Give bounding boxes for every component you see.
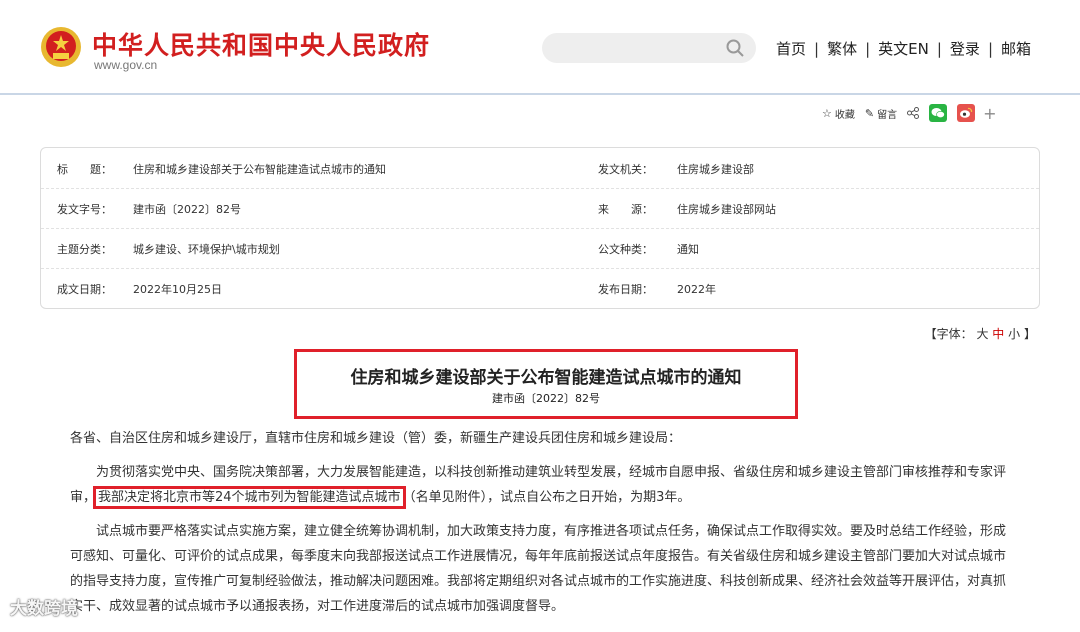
info-row: 主题分类： 城乡建设、环境保护\城市规划 公文种类： 通知 (41, 228, 1039, 269)
nav-traditional[interactable]: 繁体 (827, 38, 857, 59)
site-title[interactable]: 中华人民共和国中央人民政府 (92, 26, 430, 62)
nav-mail[interactable]: 邮箱 (1001, 38, 1031, 59)
watermark-text: 大数跨境 (10, 599, 78, 619)
font-size-small[interactable]: 小 (1008, 327, 1020, 341)
favorite-label: 收藏 (834, 109, 855, 121)
pencil-icon: ✎ (864, 106, 875, 120)
header-divider (0, 93, 1080, 95)
salutation: 各省、自治区住房和城乡建设厅，直辖市住房和城乡建设（管）委，新疆生产建设兵团住房… (70, 431, 682, 446)
nav-separator: | (987, 39, 993, 58)
nav-login[interactable]: 登录 (950, 38, 980, 59)
comment-label: 留言 (877, 109, 898, 121)
info-value: 2022年10月25日 (133, 283, 222, 296)
info-value: 住房和城乡建设部关于公布智能建造试点城市的通知 (133, 163, 386, 176)
wechat-icon[interactable] (929, 104, 948, 122)
site-url: www.gov.cn (94, 58, 158, 72)
nav-english[interactable]: 英文EN (878, 38, 929, 59)
paragraph: 试点城市要严格落实试点实施方案，建立健全统筹协调机制，加大政策支持力度，有序推进… (70, 524, 1007, 614)
font-size-suffix: 】 (1023, 327, 1036, 341)
info-label: 发文字号： (57, 203, 112, 216)
nav-home[interactable]: 首页 (776, 38, 806, 59)
paragraph: 为贯彻落实党中央、国务院决策部署，大力发展智能建造，以科技创新推动建筑业转型发展… (70, 460, 1010, 510)
more-share-icon[interactable]: + (983, 104, 996, 123)
site-header: 中华人民共和国中央人民政府 www.gov.cn 首页 | 繁体 | 英文EN … (0, 0, 1080, 95)
info-value: 2022年 (677, 283, 716, 296)
document-number: 建市函〔2022〕82号 (492, 392, 600, 405)
info-value: 住房城乡建设部 (677, 163, 754, 176)
font-size-large[interactable]: 大 (976, 327, 988, 341)
share-bar: ☆ 收藏 ✎ 留言 + (822, 103, 997, 123)
nav-separator: | (814, 39, 820, 58)
info-value: 建市函〔2022〕82号 (133, 203, 241, 216)
highlighted-text: 我部决定将北京市等24个城市列为智能建造试点城市 (93, 486, 406, 509)
info-value: 住房城乡建设部网站 (677, 203, 776, 216)
document-title-box: 住房和城乡建设部关于公布智能建造试点城市的通知 建市函〔2022〕82号 (294, 349, 798, 419)
info-label: 来 源： (598, 203, 653, 216)
info-label: 发文机关： (598, 163, 653, 176)
document-body: 各省、自治区住房和城乡建设厅，直辖市住房和城乡建设（管）委，新疆生产建设兵团住房… (70, 426, 1010, 628)
info-row: 成文日期： 2022年10月25日 发布日期： 2022年 (41, 268, 1039, 308)
national-emblem-icon[interactable] (40, 26, 82, 68)
nav-separator: | (865, 39, 871, 58)
info-label: 成文日期： (57, 283, 112, 296)
search-input[interactable] (542, 33, 756, 63)
favorite-button[interactable]: ☆ 收藏 (822, 106, 855, 121)
comment-button[interactable]: ✎ 留言 (865, 106, 897, 121)
share-icon[interactable] (907, 107, 920, 119)
search-icon[interactable] (726, 39, 744, 57)
info-row: 标 题： 住房和城乡建设部关于公布智能建造试点城市的通知 发文机关： 住房城乡建… (41, 148, 1039, 189)
info-value: 城乡建设、环境保护\城市规划 (133, 243, 280, 256)
font-size-selector: 【字体： 大 中 小 】 (925, 325, 1036, 342)
document-title: 住房和城乡建设部关于公布智能建造试点城市的通知 (350, 368, 742, 388)
document-info-table: 标 题： 住房和城乡建设部关于公布智能建造试点城市的通知 发文机关： 住房城乡建… (40, 147, 1040, 309)
font-size-prefix: 【字体： (924, 327, 973, 341)
info-label: 公文种类： (598, 243, 653, 256)
weibo-icon[interactable] (957, 104, 976, 122)
info-value: 通知 (677, 243, 699, 256)
star-icon: ☆ (822, 106, 832, 120)
top-nav: 首页 | 繁体 | 英文EN | 登录 | 邮箱 (776, 38, 1031, 59)
info-label: 发布日期： (598, 283, 653, 296)
info-row: 发文字号： 建市函〔2022〕82号 来 源： 住房城乡建设部网站 (41, 188, 1039, 229)
nav-separator: | (936, 39, 942, 58)
info-label: 标 题： (57, 163, 112, 176)
paragraph-text: （名单见附件），试点自公布之日开始，为期3年。 (402, 490, 691, 505)
info-label: 主题分类： (57, 243, 112, 256)
font-size-medium[interactable]: 中 (992, 327, 1004, 341)
